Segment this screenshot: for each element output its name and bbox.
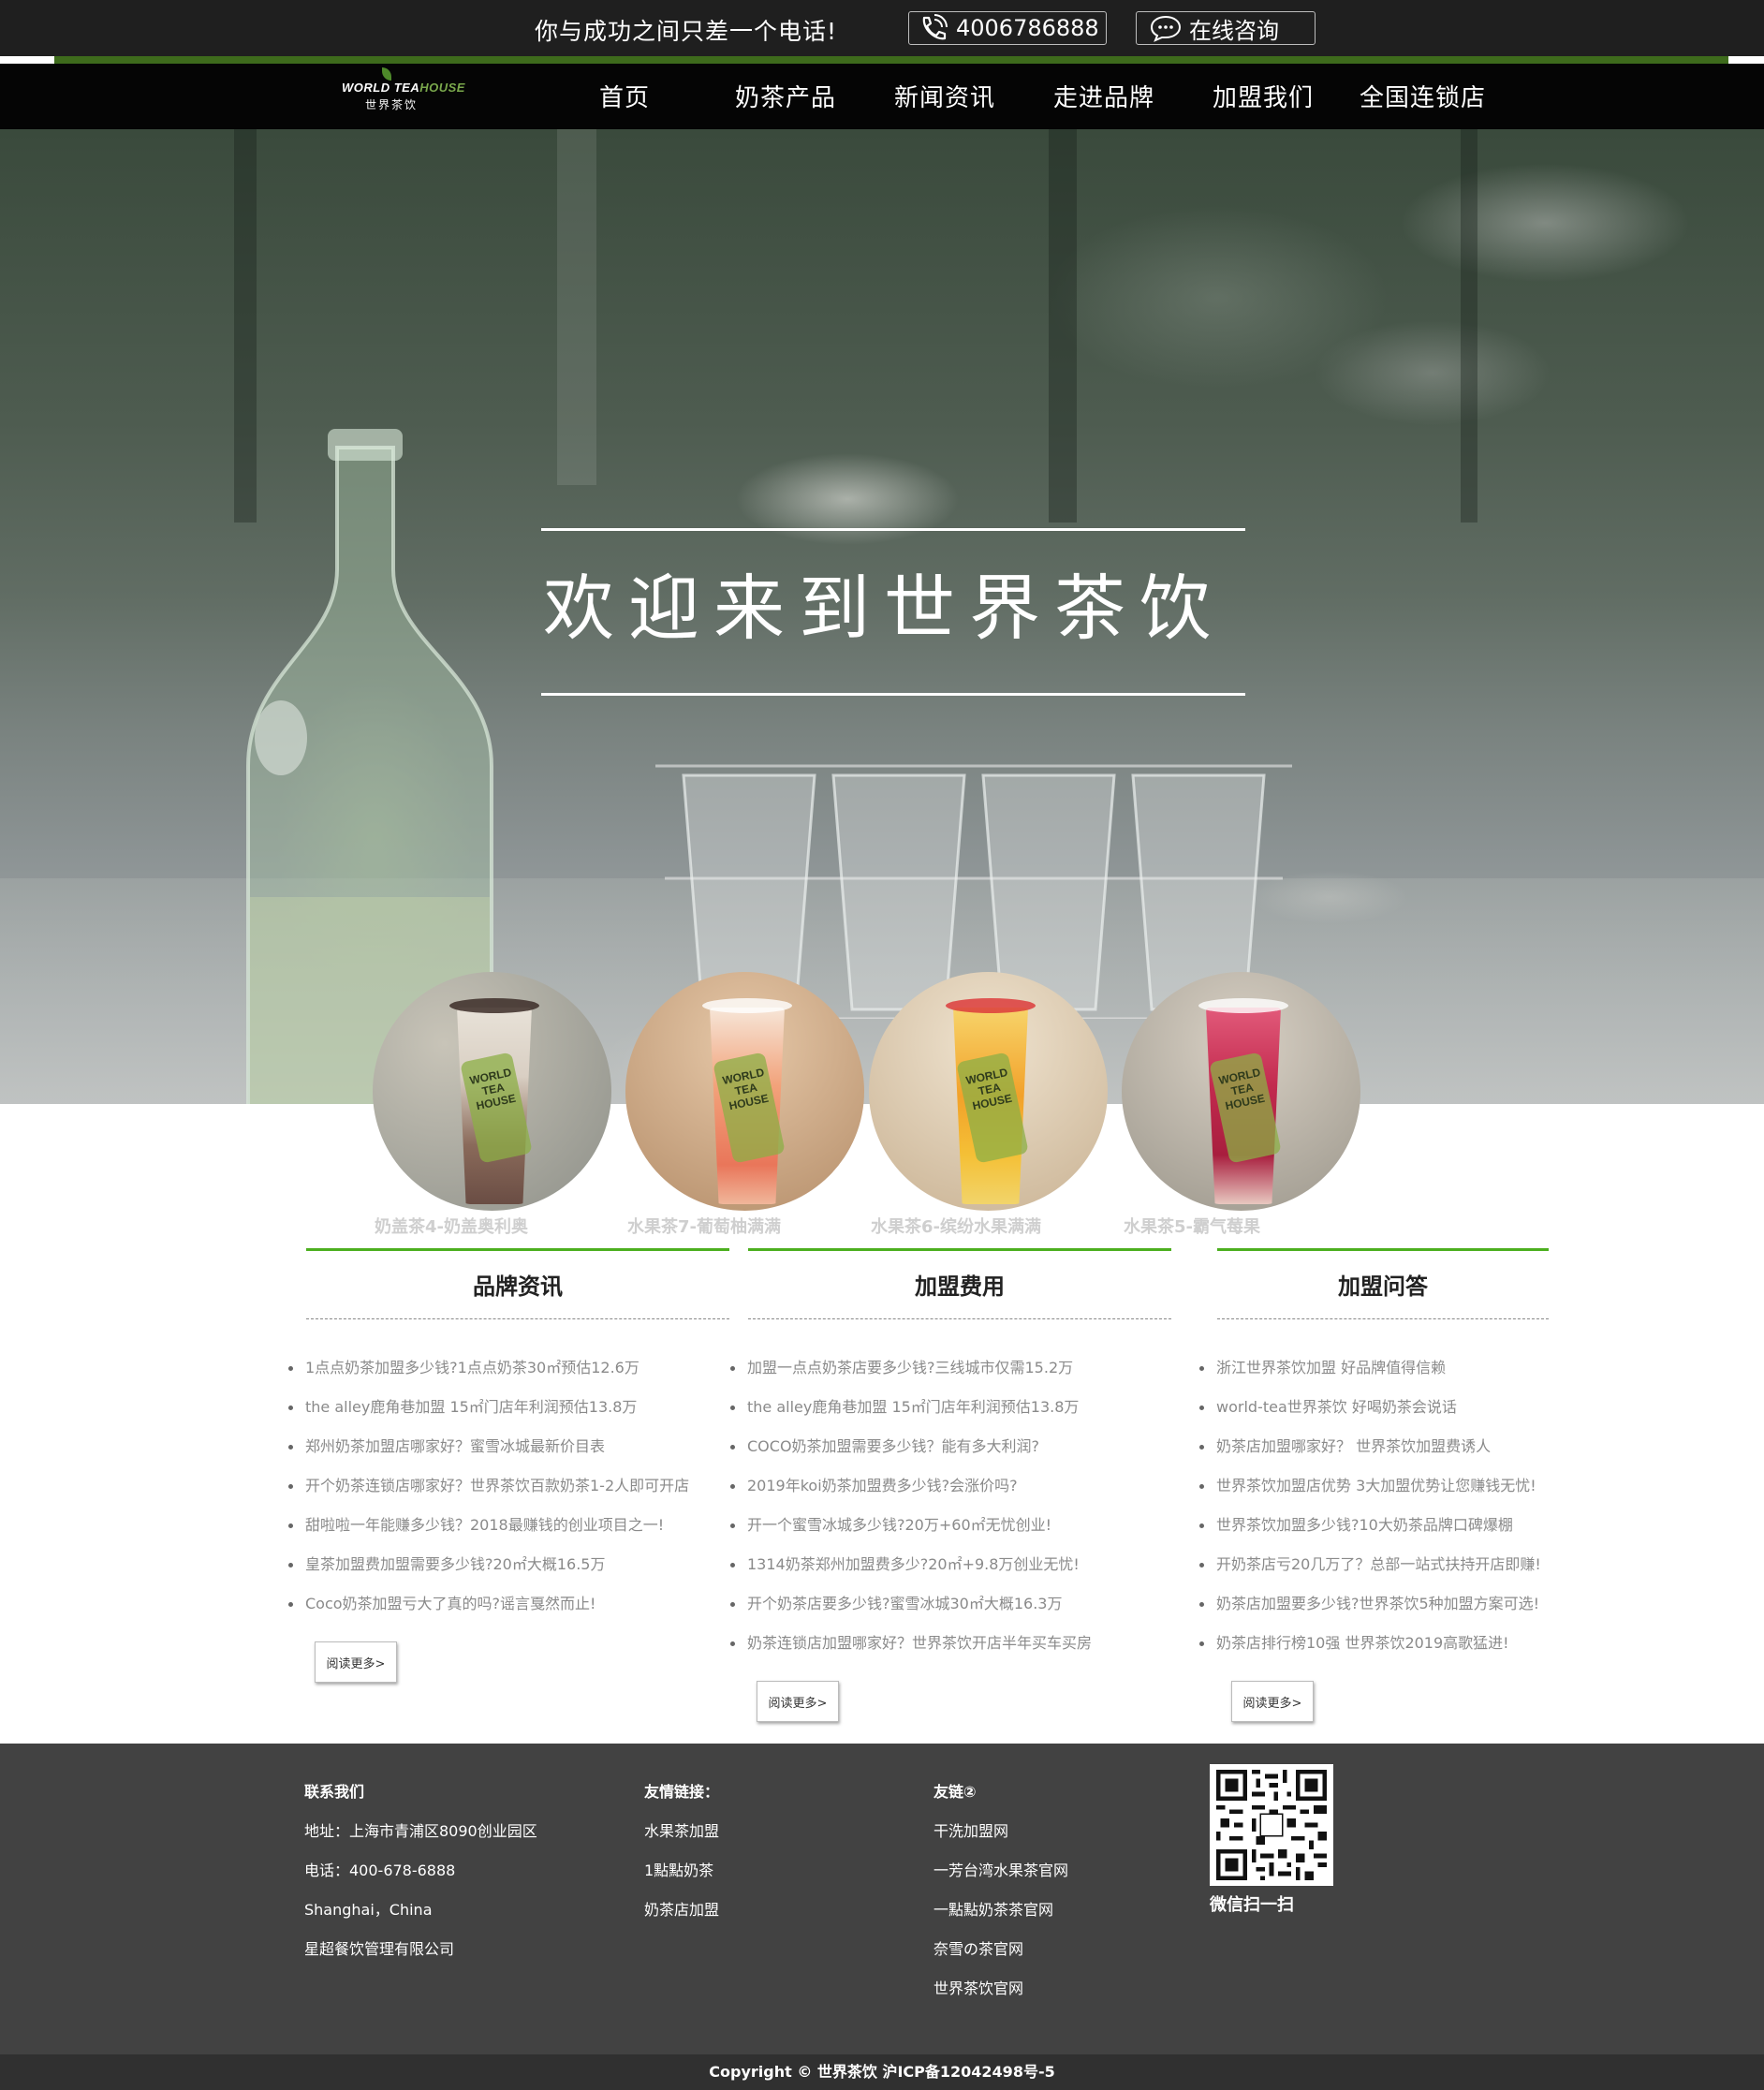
read-more-button[interactable]: 阅读更多>	[315, 1641, 397, 1683]
footer-links-title: 友情链接：	[644, 1783, 720, 1801]
list-item[interactable]: the alley鹿角巷加盟 15㎡门店年利润预估13.8万	[288, 1388, 689, 1427]
footer-link[interactable]: 一芳台湾水果茶官网	[933, 1860, 1068, 1899]
read-more-button[interactable]: 阅读更多>	[1231, 1681, 1314, 1722]
list-item[interactable]: COCO奶茶加盟需要多少钱？能有多大利润?	[730, 1427, 1092, 1466]
footer	[0, 1744, 1764, 2054]
product-name-3[interactable]: 水果茶6-缤纷水果满满	[871, 1214, 1041, 1238]
leaf-icon	[382, 67, 391, 81]
footer-link[interactable]: 一點點奶茶茶官网	[933, 1899, 1068, 1938]
wechat-qr-code	[1210, 1764, 1333, 1886]
column-accent-line-1	[306, 1248, 729, 1251]
list-item[interactable]: 浙江世界茶饮加盟 好品牌值得信赖	[1199, 1348, 1541, 1388]
product-name-2[interactable]: 水果茶7-葡萄柚满满	[627, 1214, 781, 1238]
hero-rule-top	[541, 528, 1245, 531]
news-list-brand: 1点点奶茶加盟多少钱?1点点奶茶30㎡预估12.6万 the alley鹿角巷加…	[288, 1348, 689, 1624]
hero-rule-bottom	[541, 693, 1245, 696]
footer-link[interactable]: 1點點奶茶	[644, 1860, 719, 1899]
qr-code-icon	[1216, 1770, 1327, 1880]
column-title-join-fees: 加盟费用	[915, 1273, 1005, 1300]
column-accent-line-3	[1217, 1248, 1549, 1251]
footer-links-2-title: 友链②	[933, 1783, 977, 1801]
list-item[interactable]: Coco奶茶加盟亏大了真的吗?谣言戛然而止!	[288, 1584, 689, 1624]
list-item[interactable]: 开个奶茶店要多少钱?蜜雪冰城30㎡大概16.3万	[730, 1584, 1092, 1624]
read-more-button[interactable]: 阅读更多>	[757, 1681, 839, 1722]
copyright-bar: Copyright © 世界茶饮 沪ICP备12042498号-5	[0, 2054, 1764, 2090]
footer-address: 地址：上海市青浦区8090创业园区	[304, 1822, 537, 1840]
list-item[interactable]: 奶茶店排行榜10强 世界茶饮2019高歌猛进!	[1199, 1624, 1541, 1663]
list-item[interactable]: world-tea世界茶饮 好喝奶茶会说话	[1199, 1388, 1541, 1427]
list-item[interactable]: 世界茶饮加盟店优势 3大加盟优势让您赚钱无忧!	[1199, 1466, 1541, 1506]
phone-icon	[922, 14, 948, 40]
list-item[interactable]: 开一个蜜雪冰城多少钱?20万+60㎡无忧创业!	[730, 1506, 1092, 1545]
column-divider-1	[306, 1318, 729, 1319]
footer-phone: 电话：400-678-6888	[304, 1862, 456, 1879]
column-title-brand-news: 品牌资讯	[473, 1273, 563, 1300]
list-item[interactable]: 开奶茶店亏20几万了？总部一站式扶持开店即赚!	[1199, 1545, 1541, 1584]
list-item[interactable]: 1314奶茶郑州加盟费多少?20㎡+9.8万创业无忧!	[730, 1545, 1092, 1584]
online-consult-button[interactable]: 在线咨询	[1136, 11, 1316, 45]
list-item[interactable]: 世界茶饮加盟多少钱?10大奶茶品牌口碑爆棚	[1199, 1506, 1541, 1545]
column-title-join-qa: 加盟问答	[1338, 1273, 1428, 1300]
list-item[interactable]: 2019年koi奶茶加盟费多少钱?会涨价吗?	[730, 1466, 1092, 1506]
chat-bubble-icon	[1150, 15, 1182, 42]
list-item[interactable]: 甜啦啦一年能赚多少钱？2018最赚钱的创业项目之一!	[288, 1506, 689, 1545]
nav-item-products[interactable]: 奶茶产品	[735, 79, 836, 113]
footer-links-1: 友情链接： 水果茶加盟 1點點奶茶 奶茶店加盟	[644, 1781, 719, 1938]
logo-text-cn: 世界茶饮	[365, 98, 419, 111]
phone-button[interactable]: 4006786888	[908, 11, 1107, 45]
footer-links-2: 友链② 干洗加盟网 一芳台湾水果茶官网 一點點奶茶茶官网 奈雪の茶官网 世界茶饮…	[933, 1781, 1068, 2017]
list-item[interactable]: 开个奶茶连锁店哪家好？世界茶饮百款奶茶1-2人即可开店	[288, 1466, 689, 1506]
column-divider-2	[748, 1318, 1171, 1319]
news-list-qa: 浙江世界茶饮加盟 好品牌值得信赖 world-tea世界茶饮 好喝奶茶会说话 奶…	[1199, 1348, 1541, 1663]
online-consult-label: 在线咨询	[1189, 17, 1279, 44]
slogan-text: 你与成功之间只差一个电话!	[535, 18, 838, 45]
footer-link[interactable]: 水果茶加盟	[644, 1820, 719, 1860]
list-item[interactable]: 奶茶店加盟要多少钱?世界茶饮5种加盟方案可选!	[1199, 1584, 1541, 1624]
nav-item-stores[interactable]: 全国连锁店	[1360, 79, 1486, 113]
column-divider-3	[1217, 1318, 1549, 1319]
product-image-3[interactable]: WORLD TEA HOUSE	[869, 972, 1108, 1211]
footer-city: Shanghai，China	[304, 1901, 433, 1919]
product-name-1[interactable]: 奶盖茶4-奶盖奥利奥	[375, 1214, 528, 1238]
list-item[interactable]: the alley鹿角巷加盟 15㎡门店年利润预估13.8万	[730, 1388, 1092, 1427]
hero-title: 欢迎来到世界茶饮	[543, 567, 1225, 650]
nav-item-join[interactable]: 加盟我们	[1213, 79, 1314, 113]
footer-link[interactable]: 干洗加盟网	[933, 1820, 1068, 1860]
list-item[interactable]: 皇茶加盟费加盟需要多少钱?20㎡大概16.5万	[288, 1545, 689, 1584]
footer-link[interactable]: 奶茶店加盟	[644, 1899, 719, 1938]
logo-text-en-b: HOUSE	[419, 81, 465, 95]
nav-bar	[0, 64, 1764, 129]
qr-label: 微信扫一扫	[1210, 1895, 1294, 1915]
list-item[interactable]: 奶茶连锁店加盟哪家好？世界茶饮开店半年买车买房	[730, 1624, 1092, 1663]
nav-item-news[interactable]: 新闻资讯	[894, 79, 995, 113]
brand-logo[interactable]: WORLD TEAHOUSE 世界茶饮	[341, 64, 464, 120]
news-list-fees: 加盟一点点奶茶店要多少钱?三线城市仅需15.2万 the alley鹿角巷加盟 …	[730, 1348, 1092, 1663]
logo-text-en-a: WORLD TEA	[342, 81, 420, 95]
nav-accent-line	[54, 56, 1728, 64]
footer-contact-title: 联系我们	[304, 1783, 365, 1801]
list-item[interactable]: 郑州奶茶加盟店哪家好？蜜雪冰城最新价目表	[288, 1427, 689, 1466]
footer-link[interactable]: 世界茶饮官网	[933, 1978, 1068, 2017]
list-item[interactable]: 1点点奶茶加盟多少钱?1点点奶茶30㎡预估12.6万	[288, 1348, 689, 1388]
list-item[interactable]: 奶茶店加盟哪家好？ 世界茶饮加盟费诱人	[1199, 1427, 1541, 1466]
product-image-2[interactable]: WORLD TEA HOUSE	[625, 972, 864, 1211]
nav-item-brand[interactable]: 走进品牌	[1053, 79, 1154, 113]
footer-contact: 联系我们 地址：上海市青浦区8090创业园区 电话：400-678-6888 S…	[304, 1781, 537, 1978]
top-bar	[0, 0, 1764, 56]
product-image-4[interactable]: WORLD TEA HOUSE	[1122, 972, 1360, 1211]
footer-company: 星超餐饮管理有限公司	[304, 1940, 455, 1958]
product-image-1[interactable]: WORLD TEA HOUSE	[373, 972, 611, 1211]
nav-item-home[interactable]: 首页	[599, 79, 650, 113]
phone-number: 4006786888	[956, 15, 1099, 41]
product-name-4[interactable]: 水果茶5-霸气莓果	[1124, 1214, 1260, 1238]
column-accent-line-2	[748, 1248, 1171, 1251]
list-item[interactable]: 加盟一点点奶茶店要多少钱?三线城市仅需15.2万	[730, 1348, 1092, 1388]
footer-link[interactable]: 奈雪の茶官网	[933, 1938, 1068, 1978]
